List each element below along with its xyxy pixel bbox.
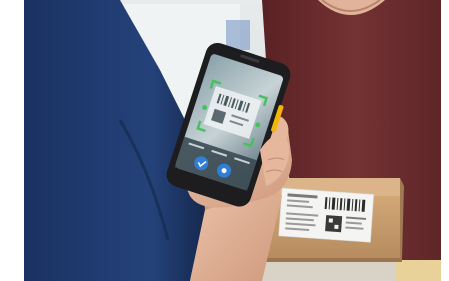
shelf-object bbox=[226, 20, 250, 50]
shipping-label bbox=[278, 187, 375, 243]
label-qr bbox=[325, 215, 343, 233]
right-margin bbox=[441, 0, 449, 281]
scanner-photo bbox=[0, 0, 449, 281]
left-margin bbox=[0, 0, 24, 281]
photo-scene bbox=[0, 0, 449, 281]
